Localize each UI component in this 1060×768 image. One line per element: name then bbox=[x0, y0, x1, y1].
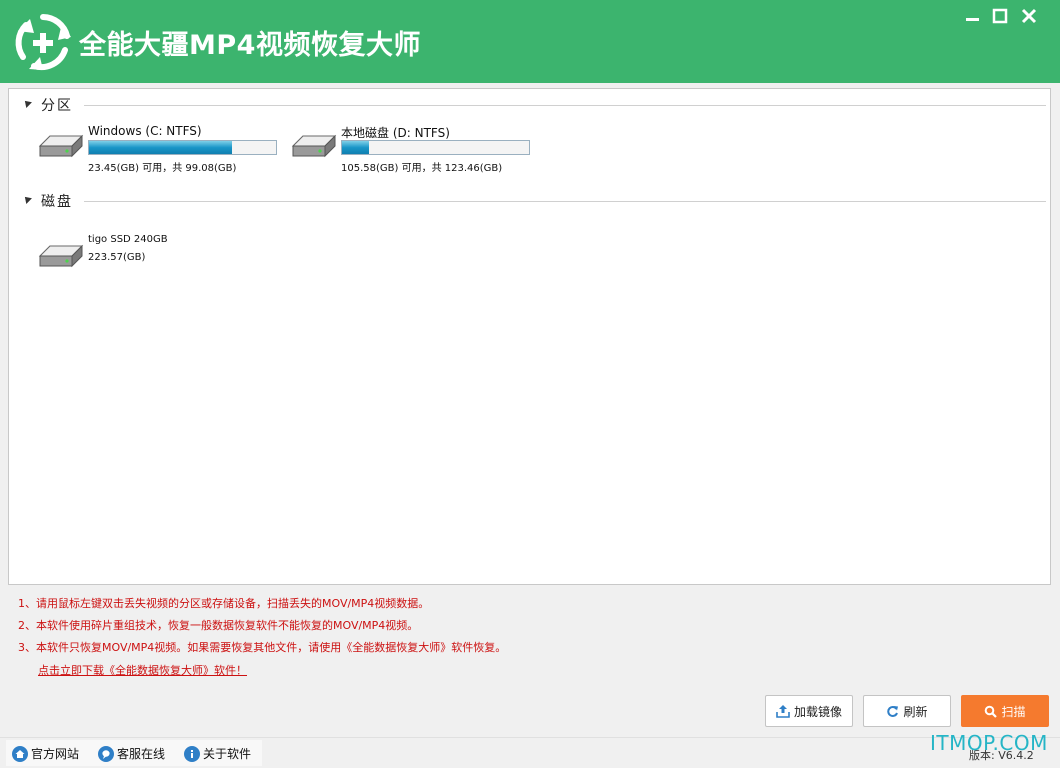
upload-icon bbox=[776, 705, 790, 718]
maximize-button[interactable] bbox=[989, 5, 1011, 27]
device-list-panel: 分区 Windows (C: NTFS) 23.45(GB) 可用，共 99.0… bbox=[8, 88, 1051, 585]
refresh-label: 刷新 bbox=[903, 704, 928, 719]
disks-group-header: 磁盘 bbox=[9, 191, 1050, 211]
home-icon bbox=[12, 745, 28, 762]
minimize-icon bbox=[966, 18, 979, 21]
tip-line: 1、请用鼠标左键双击丢失视频的分区或存储设备，扫描丢失的MOV/MP4视频数据。 bbox=[18, 597, 430, 610]
tip-line: 3、本软件只恢复MOV/MP4视频。如果需要恢复其他文件，请使用《全能数据恢复大… bbox=[18, 641, 507, 654]
drive-usage-fill bbox=[342, 141, 370, 154]
disks-group-label: 磁盘 bbox=[41, 194, 73, 210]
about-label: 关于软件 bbox=[203, 747, 252, 761]
close-button[interactable] bbox=[1018, 5, 1040, 27]
refresh-icon bbox=[887, 705, 899, 717]
status-bar: 官方网站 客服在线 关于软件 版本: V6.4.2 bbox=[0, 737, 1060, 768]
watermark: ITMOP.COM bbox=[930, 731, 1048, 755]
recycle-plus-icon bbox=[15, 14, 71, 71]
group-divider bbox=[84, 201, 1046, 202]
tip-line: 2、本软件使用碎片重组技术，恢复一般数据恢复软件不能恢复的MOV/MP4视频。 bbox=[18, 619, 419, 632]
disk-item-tigo[interactable]: tigo SSD 240GB 223.57(GB) bbox=[36, 234, 236, 284]
group-divider bbox=[84, 105, 1046, 106]
customer-service-link[interactable]: 客服在线 bbox=[98, 745, 165, 762]
drive-item-d[interactable]: 本地磁盘 (D: NTFS) 105.58(GB) 可用，共 123.46(GB… bbox=[289, 124, 534, 174]
drive-capacity: 223.57(GB) bbox=[88, 252, 146, 263]
drive-usage-fill bbox=[89, 141, 232, 154]
search-icon bbox=[985, 705, 998, 718]
drive-capacity: 23.45(GB) 可用，共 99.08(GB) bbox=[88, 163, 237, 174]
refresh-button[interactable]: 刷新 bbox=[863, 695, 951, 727]
footer-links: 官方网站 客服在线 关于软件 bbox=[6, 740, 262, 766]
collapse-arrow-icon[interactable] bbox=[22, 194, 32, 204]
drive-usage-bar bbox=[341, 140, 530, 155]
drive-name: 本地磁盘 (D: NTFS) bbox=[341, 126, 450, 140]
drive-capacity: 105.58(GB) 可用，共 123.46(GB) bbox=[341, 163, 503, 174]
minimize-button[interactable] bbox=[962, 5, 984, 27]
load-image-button[interactable]: 加载镜像 bbox=[765, 695, 853, 727]
chat-icon bbox=[98, 745, 114, 762]
download-link[interactable]: 点击立即下载《全能数据恢复大师》软件！ bbox=[38, 662, 247, 678]
partitions-group-header: 分区 bbox=[9, 95, 1050, 115]
drive-item-c[interactable]: Windows (C: NTFS) 23.45(GB) 可用，共 99.08(G… bbox=[36, 124, 281, 174]
official-site-label: 官方网站 bbox=[31, 747, 80, 761]
load-image-label: 加载镜像 bbox=[793, 704, 842, 719]
info-icon bbox=[184, 745, 200, 762]
drive-name: Windows (C: NTFS) bbox=[88, 124, 202, 138]
about-link[interactable]: 关于软件 bbox=[184, 745, 251, 762]
scan-label: 扫描 bbox=[1001, 704, 1026, 719]
maximize-icon bbox=[992, 8, 1008, 24]
app-title: 全能大疆MP4视频恢复大师 bbox=[79, 30, 421, 61]
collapse-arrow-icon[interactable] bbox=[22, 98, 32, 108]
official-site-link[interactable]: 官方网站 bbox=[12, 745, 79, 762]
close-icon bbox=[1021, 8, 1037, 24]
scan-button[interactable]: 扫描 bbox=[961, 695, 1049, 727]
drive-usage-bar bbox=[88, 140, 277, 155]
partitions-group-label: 分区 bbox=[41, 98, 73, 114]
hard-drive-icon bbox=[38, 244, 84, 268]
title-bar: 全能大疆MP4视频恢复大师 bbox=[0, 0, 1060, 83]
hard-drive-icon bbox=[291, 134, 337, 158]
hard-drive-icon bbox=[38, 134, 84, 158]
customer-service-label: 客服在线 bbox=[117, 747, 166, 761]
drive-name: tigo SSD 240GB bbox=[88, 234, 168, 245]
